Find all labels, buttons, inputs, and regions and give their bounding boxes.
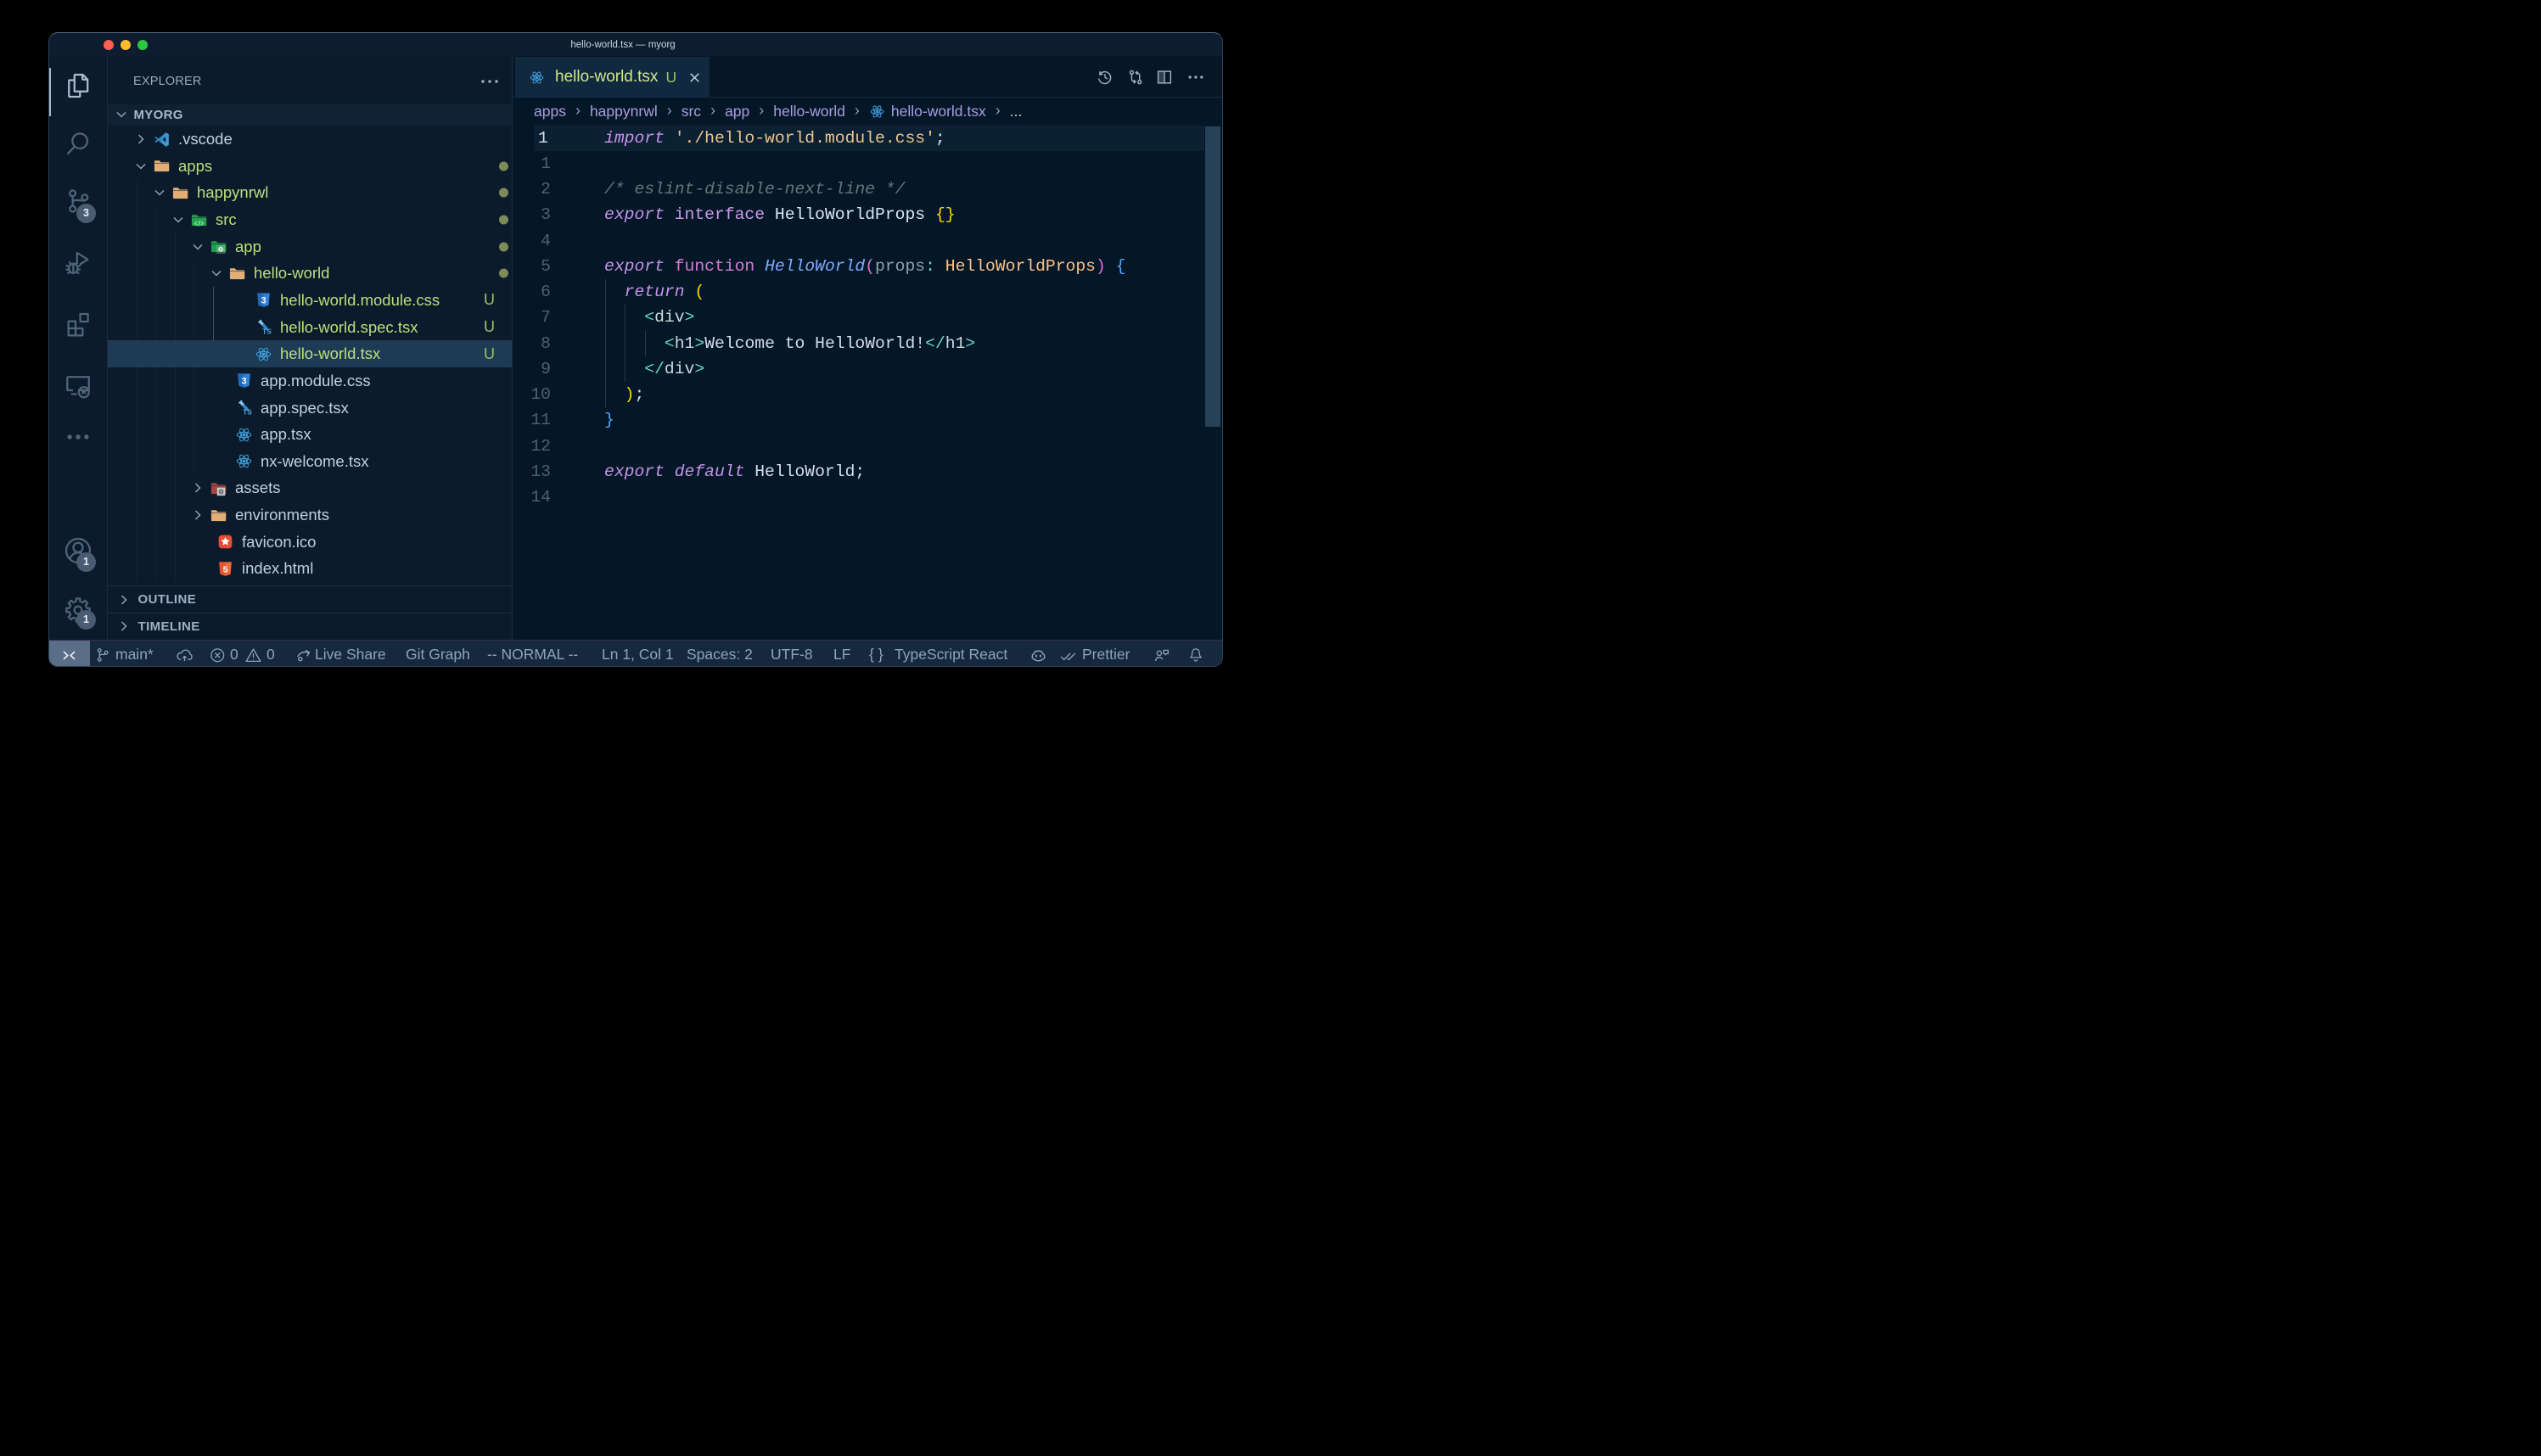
- svg-text:TS: TS: [243, 407, 252, 416]
- svg-text:TS: TS: [262, 327, 272, 335]
- svg-text:5: 5: [223, 564, 228, 574]
- svg-text:3: 3: [241, 377, 246, 387]
- svg-text:3: 3: [261, 296, 266, 306]
